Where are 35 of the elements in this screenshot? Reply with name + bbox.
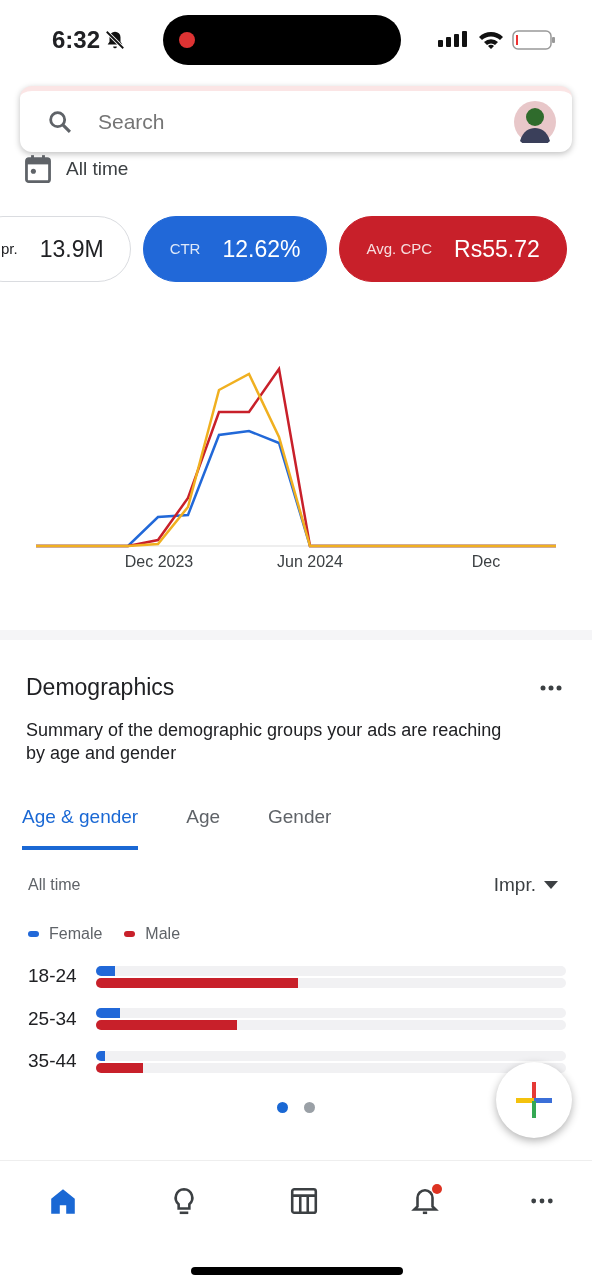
page-dot[interactable] [304,1101,315,1113]
tab[interactable]: Age & gender [22,793,139,850]
legend-label: Female [49,924,103,945]
section-title: Demographics [25,673,176,702]
tab[interactable]: Gender [268,793,332,850]
battery-icon [512,29,556,51]
metric-chip[interactable]: CTR 12.62% [142,216,328,282]
caret-icon [544,881,558,890]
age-label: 25-34 [28,1006,78,1031]
more-icon [540,685,562,691]
calendar-icon [24,154,52,184]
metric-chip[interactable]: Avg. CPC Rs55.72 [339,216,567,282]
signal-icon [438,31,470,49]
section-description: Summary of the demographic groups your ads are reaching by age and gender [25,718,503,765]
notification-badge [431,1183,442,1194]
table-icon [289,1185,319,1216]
avatar[interactable] [514,100,556,143]
period-label: All time [28,875,81,896]
page-dot[interactable] [277,1101,288,1113]
date-range-label[interactable]: All time [66,154,129,184]
axis-label: Dec 2023 [124,552,194,572]
wifi-icon [478,30,504,50]
search-field[interactable]: Search [96,104,492,139]
more-icon [530,1197,554,1206]
metric-chip[interactable]: pr. 13.9M [0,216,131,282]
plus-icon [514,1080,554,1120]
metric-dropdown[interactable]: Impr. [487,869,564,901]
age-label: 35-44 [28,1049,78,1074]
age-label: 18-24 [28,964,78,989]
clock: 6:32 [52,25,101,55]
axis-label: Dec [471,552,501,572]
axis-label: Jun 2024 [277,552,343,572]
legend-label: Male [145,924,181,945]
tab[interactable]: Age [186,793,220,850]
add-button[interactable] [496,1062,572,1138]
